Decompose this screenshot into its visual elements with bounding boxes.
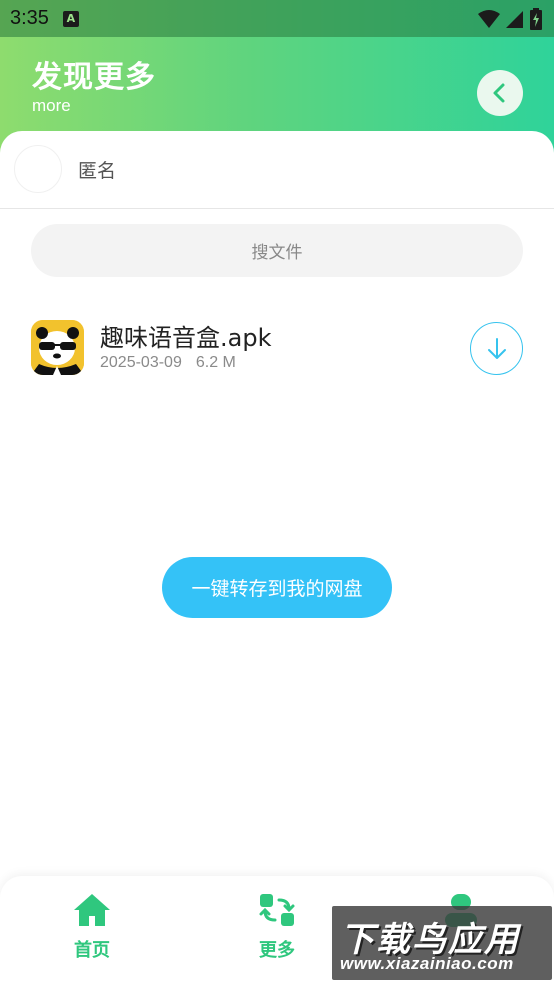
- watermark-logo: 下载鸟应用 www.xiazainiao.com: [332, 906, 552, 980]
- download-arrow-icon: [487, 337, 506, 359]
- panda-app-icon: [31, 320, 84, 375]
- battery-icon: [530, 8, 542, 30]
- save-all-button[interactable]: 一键转存到我的网盘: [162, 557, 392, 618]
- page-title: 发现更多: [32, 60, 156, 95]
- file-meta: 2025-03-09 6.2 M: [100, 354, 236, 372]
- signal-icon: [506, 11, 523, 28]
- file-date: 2025-03-09: [100, 354, 182, 371]
- watermark-url: www.xiazainiao.com: [340, 954, 514, 973]
- status-indicators: [478, 8, 542, 30]
- content-sheet: 匿名 搜文件 趣味语音盒.apk 2025-03-09 6.2 M 一键转存到我…: [0, 131, 554, 891]
- tab-more[interactable]: 更多: [232, 892, 322, 972]
- user-row: 匿名: [0, 131, 554, 209]
- status-time: 3:35: [10, 7, 49, 29]
- chevron-left-icon: [493, 83, 505, 103]
- tab-more-label: 更多: [259, 940, 295, 961]
- username: 匿名: [78, 160, 117, 182]
- avatar[interactable]: [14, 145, 62, 193]
- refresh-grid-icon: [259, 894, 295, 926]
- tab-home-label: 首页: [74, 940, 110, 961]
- tab-home[interactable]: 首页: [47, 892, 137, 972]
- status-bar: 3:35 A: [0, 0, 554, 37]
- wifi-icon: [478, 10, 500, 28]
- file-name: 趣味语音盒.apk: [100, 324, 272, 352]
- page-subtitle: more: [32, 96, 71, 115]
- file-size: 6.2 M: [195, 354, 236, 371]
- search-input[interactable]: 搜文件: [31, 224, 523, 277]
- notification-icon: A: [62, 10, 79, 27]
- back-button[interactable]: [477, 70, 523, 116]
- download-button[interactable]: [470, 322, 523, 375]
- home-icon: [74, 894, 110, 926]
- file-row[interactable]: 趣味语音盒.apk 2025-03-09 6.2 M: [0, 316, 554, 386]
